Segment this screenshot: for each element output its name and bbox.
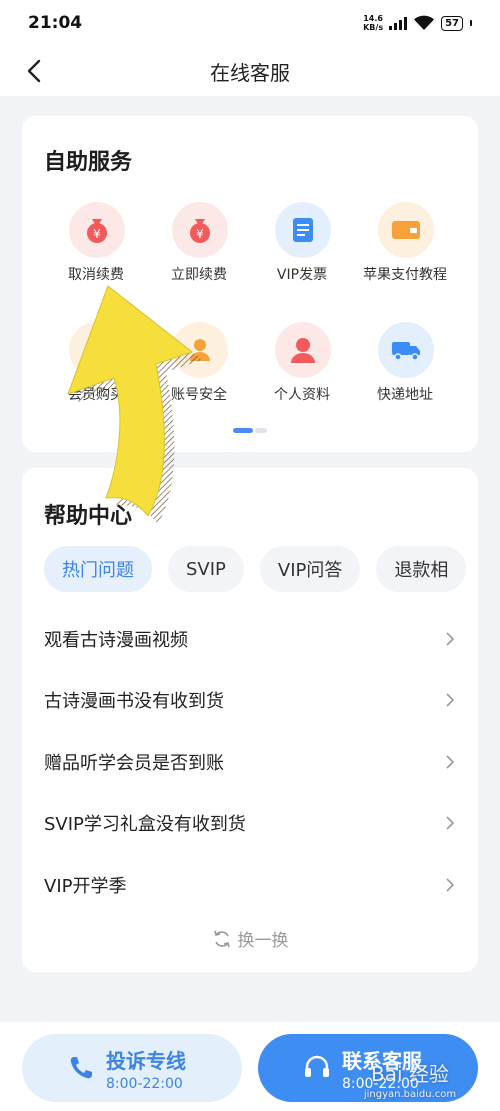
service-shipping-address[interactable]: 快递地址 [353, 322, 453, 422]
user-icon [275, 322, 331, 378]
battery-icon: 57 [441, 15, 463, 31]
refresh-icon [213, 930, 230, 947]
tab-vip-qa[interactable]: VIP问答 [259, 546, 361, 592]
chevron-right-icon [446, 632, 455, 646]
complaint-hotline-button[interactable]: 投诉专线 8:00-22:00 [22, 1034, 242, 1102]
tab-hot-questions[interactable]: 热门问题 [44, 546, 152, 592]
service-account-security[interactable]: 账号安全 [147, 322, 247, 422]
self-service-card: 自助服务 ¥ 取消续费 ¥ 立即续费 VIP发票 苹果支付教程 会员购买 账号安… [22, 116, 478, 452]
phone-icon [70, 1057, 92, 1079]
money-bag-icon: ¥ [69, 202, 125, 258]
chevron-right-icon [446, 816, 455, 830]
help-tabs: 热门问题 SVIP VIP问答 退款相 [44, 546, 467, 592]
crown-icon [69, 322, 125, 378]
service-apple-pay-guide[interactable]: 苹果支付教程 [353, 202, 453, 302]
nav-bar: 在线客服 [0, 46, 500, 96]
status-bar: 21:04 14.6 KB/s 57 [0, 0, 500, 46]
invoice-icon [275, 202, 331, 258]
tab-refund[interactable]: 退款相 [376, 546, 467, 592]
svg-text:¥: ¥ [196, 227, 204, 241]
service-vip-purchase[interactable]: 会员购买 [44, 322, 144, 422]
user-lock-icon [172, 322, 228, 378]
service-vip-invoice[interactable]: VIP发票 [250, 202, 350, 302]
back-arrow-icon[interactable] [22, 58, 48, 84]
service-renew-now[interactable]: ¥ 立即续费 [147, 202, 247, 302]
faq-item[interactable]: 观看古诗漫画视频 [22, 608, 478, 670]
wifi-icon [414, 15, 435, 30]
signal-icon [389, 16, 408, 30]
truck-icon [378, 322, 434, 378]
headset-icon [305, 1055, 329, 1077]
status-time: 21:04 [28, 13, 83, 33]
faq-item[interactable]: SVIP学习礼盒没有收到货 [22, 793, 478, 855]
watermark: Bai 经验 jingyan.baidu.com [363, 1062, 457, 1100]
faq-list: 观看古诗漫画视频 古诗漫画书没有收到货 赠品听学会员是否到账 SVIP学习礼盒没… [22, 608, 478, 916]
tab-svip[interactable]: SVIP [168, 546, 244, 592]
self-service-title: 自助服务 [44, 150, 133, 175]
page-title: 在线客服 [210, 60, 290, 85]
service-profile[interactable]: 个人资料 [250, 322, 350, 422]
money-bag-icon: ¥ [172, 202, 228, 258]
chevron-right-icon [446, 693, 455, 707]
card-icon [378, 202, 434, 258]
faq-item[interactable]: VIP开学季 [22, 854, 478, 916]
page-indicator [233, 428, 267, 433]
service-cancel-renewal[interactable]: ¥ 取消续费 [44, 202, 144, 302]
help-center-title: 帮助中心 [44, 504, 133, 529]
faq-item[interactable]: 赠品听学会员是否到账 [22, 731, 478, 793]
status-icons: 14.6 KB/s 57 [363, 14, 472, 32]
chevron-right-icon [446, 755, 455, 769]
help-center-card: 帮助中心 热门问题 SVIP VIP问答 退款相 观看古诗漫画视频 古诗漫画书没… [22, 468, 478, 972]
chevron-right-icon [446, 878, 455, 892]
svg-text:¥: ¥ [93, 227, 101, 241]
refresh-button[interactable]: 换一换 [22, 926, 478, 951]
faq-item[interactable]: 古诗漫画书没有收到货 [22, 670, 478, 732]
network-speed: 14.6 KB/s [363, 14, 384, 32]
